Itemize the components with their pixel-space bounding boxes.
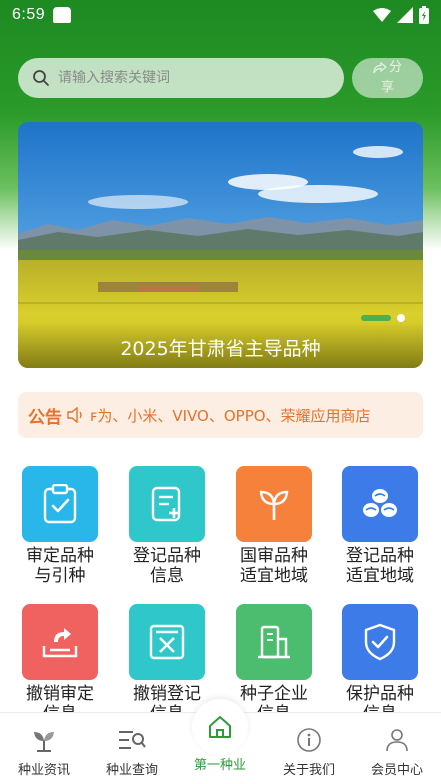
cancel-box-icon: [129, 604, 205, 680]
grid-label-line2: 与引种: [34, 566, 86, 586]
indicator-active: [361, 315, 391, 321]
nav-tab-home[interactable]: [192, 699, 248, 755]
grid-label-line1: 登记品种: [346, 546, 414, 566]
nav-tab-seed-query[interactable]: 种业查询: [88, 725, 176, 778]
notice-bar[interactable]: 公告 ꜰ为、小米、VIVO、OPPO、荣耀应用商店: [18, 392, 423, 438]
nav-label: 种业查询: [105, 763, 158, 778]
revoke-icon: [22, 604, 98, 680]
grid-label-line1: 保护品种: [346, 684, 414, 704]
grid-label-line1: 国审品种: [240, 546, 308, 566]
grid-item-registered-varieties[interactable]: 登记品种 信息: [117, 466, 217, 586]
speaker-icon: [66, 407, 86, 423]
grid-label-line1: 种子企业: [240, 684, 308, 704]
search-icon: [33, 70, 49, 86]
list-search-icon: [88, 725, 176, 755]
sprout-nav-icon: [0, 725, 88, 755]
nav-tab-about-us[interactable]: 关于我们: [265, 725, 353, 778]
banner-carousel[interactable]: 2025年甘肃省主导品种: [18, 122, 423, 368]
status-time: 6:59: [12, 6, 46, 23]
grid-label-line1: 登记品种: [133, 546, 201, 566]
banner-indicator: [361, 314, 405, 322]
grid-label-line2: 适宜地域: [346, 566, 414, 586]
nav-tab-seed-news[interactable]: 种业资讯: [0, 725, 88, 778]
clipboard-check-icon: [22, 466, 98, 542]
share-icon: [373, 62, 387, 74]
grid-item-national-suitable-region[interactable]: 国审品种 适宜地域: [224, 466, 324, 586]
battery-icon: [419, 6, 429, 24]
sprout-icon: [236, 466, 312, 542]
share-label-2: 享: [380, 80, 394, 95]
shield-check-icon: [342, 604, 418, 680]
indicator-dot: [397, 314, 405, 322]
grid-item-revoked-approval[interactable]: 撤销审定信息: [10, 604, 110, 724]
user-icon: [353, 725, 441, 755]
grid-label-line1: 审定品种: [26, 546, 94, 566]
grid-label-line2: 信息: [150, 566, 184, 586]
home-icon: [209, 716, 231, 738]
signal-icon: [397, 7, 413, 23]
nav-label: 会员中心: [370, 763, 423, 778]
share-label-1: 分: [388, 60, 402, 75]
search-box[interactable]: [18, 58, 344, 98]
notice-text: ꜰ为、小米、VIVO、OPPO、荣耀应用商店: [90, 406, 371, 425]
seeds-icon: [342, 466, 418, 542]
nav-label: 种业资讯: [17, 763, 70, 778]
grid-label-line2: 适宜地域: [240, 566, 308, 586]
grid-label-line1: 撤销登记: [133, 684, 201, 704]
bottom-nav: 种业资讯 种业查询 第一种业 关于我们 会员中心: [0, 699, 441, 784]
building-icon: [236, 604, 312, 680]
info-icon: [265, 725, 353, 755]
search-input[interactable]: [58, 70, 308, 86]
nav-label: 关于我们: [282, 763, 335, 778]
banner-caption: 2025年甘肃省主导品种: [18, 322, 423, 368]
status-bar: 6:59: [0, 0, 441, 30]
notice-label: 公告: [28, 407, 62, 428]
grid-item-protected-varieties[interactable]: 保护品种信息: [330, 604, 430, 724]
wifi-icon: [373, 8, 391, 22]
nav-label-active: 第一种业: [193, 758, 246, 773]
share-button[interactable]: 分 享: [351, 58, 423, 98]
document-add-icon: [129, 466, 205, 542]
app-notification-icon: [53, 7, 72, 23]
grid-item-approved-varieties[interactable]: 审定品种 与引种: [10, 466, 110, 586]
search-row: 分 享: [18, 58, 423, 98]
nav-tab-member-center[interactable]: 会员中心: [353, 725, 441, 778]
grid-label-line1: 撤销审定: [26, 684, 94, 704]
grid-item-registered-suitable-region[interactable]: 登记品种 适宜地域: [330, 466, 430, 586]
